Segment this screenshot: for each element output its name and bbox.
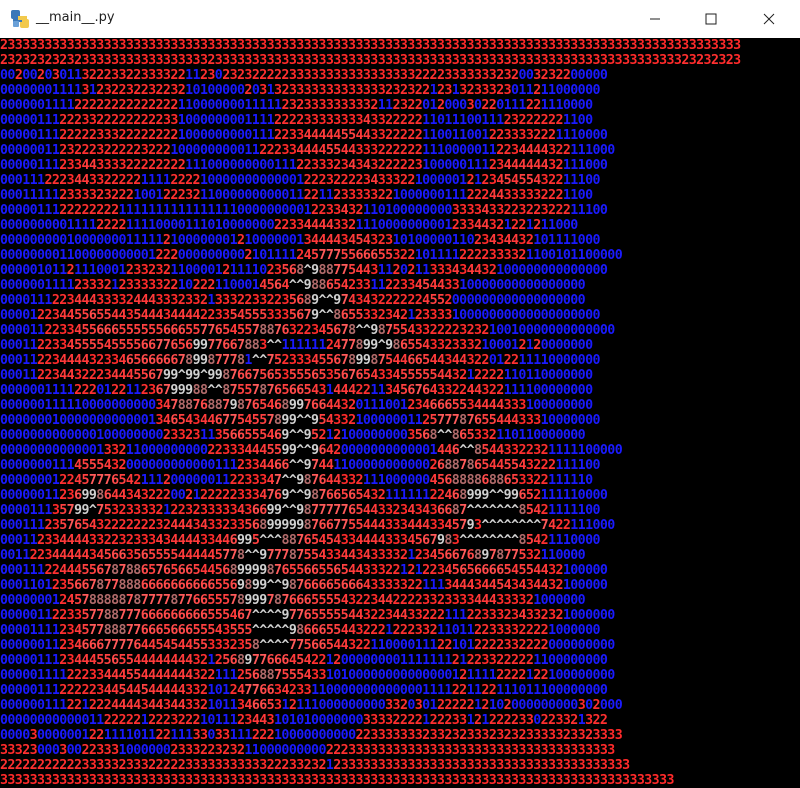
grid-row: 0001112357654322222223244434332335689999…	[0, 518, 615, 533]
grid-row: 0000300000012211110112211133033111222100…	[0, 728, 623, 743]
grid-row: 0000000011000000000012220000000002101111…	[0, 248, 623, 263]
grid-row: 0000001111100000000003478876887987654689…	[0, 398, 593, 413]
grid-row: 3332300030022333100000023332232321100000…	[0, 743, 615, 758]
grid-row: 000011135799^7532333321223233333436699^^…	[0, 503, 601, 518]
grid-row: 000000111123332123333322102221100014564^…	[0, 278, 586, 293]
grid-row: 0000000100000000000013465434467754557899…	[0, 413, 600, 428]
grid-row: 00000001224577765421112000000112233347^^…	[0, 473, 593, 488]
grid-row: 000000000000010000000023323113566555469^…	[0, 428, 586, 443]
close-icon	[763, 13, 775, 25]
grid-row: 3333333333333333333333333333333333333333…	[0, 773, 675, 788]
digit-grid: 2333333333333333333333333333333333333333…	[0, 38, 800, 788]
grid-row: 0000011123344333322222222111000000000111…	[0, 158, 608, 173]
grid-row: 00000011234666777764454544553332358^^^^7…	[0, 638, 615, 653]
grid-row: 0000000001111222211110000111010000000223…	[0, 218, 578, 233]
grid-row: 0001122344443233465666667899877781^^7523…	[0, 353, 601, 368]
grid-row: 0000011122222333222222221000000000111223…	[0, 128, 608, 143]
grid-row: 0000001123222322222322210000000001122233…	[0, 143, 615, 158]
minimize-icon	[650, 18, 660, 20]
grid-row: 000110123566787788866666666665569899^^98…	[0, 578, 608, 593]
python-icon	[10, 9, 30, 29]
maximize-icon	[705, 13, 717, 25]
grid-row: 0000011122222344544544444332101247766342…	[0, 683, 608, 698]
grid-row: 0000000111131232232232232101000002031323…	[0, 83, 601, 98]
grid-row: 0000000124578888878777787766555789997876…	[0, 593, 586, 608]
grid-row: 0000000000001122222122232221011123443101…	[0, 713, 608, 728]
grid-row: 000000011145554320000000000001112334466^…	[0, 458, 601, 473]
grid-row: 0001112223443322222111122221000000000000…	[0, 173, 601, 188]
app-window: __main__.py 2333333333333333333333333333…	[0, 0, 800, 788]
grid-row: 0000111223444333324443332332133322332235…	[0, 293, 586, 308]
grid-row: 0000001111222222222222221100000001111123…	[0, 98, 593, 113]
minimize-button[interactable]	[632, 0, 678, 38]
grid-row: 0020020301132223322333322112302323222223…	[0, 68, 608, 83]
grid-row: 0000000001000000011111210000000121000000…	[0, 233, 600, 248]
grid-row: 0000011112223344455444444432211125688755…	[0, 668, 615, 683]
grid-row: 0001112244455678788657656654456899998765…	[0, 563, 608, 578]
grid-row: 2333333333333333333333333333333333333333…	[0, 38, 741, 53]
digit-map-canvas: 2333333333333333333333333333333333333333…	[0, 38, 800, 788]
grid-row: 0000001112212224444344344332101134665312…	[0, 698, 623, 713]
grid-row: 2222222222233333233322222333333333332223…	[0, 758, 630, 773]
grid-row: 0000011122222222111111111111111100000000…	[0, 203, 608, 218]
grid-row: 0000011123444556554444444432125689776664…	[0, 653, 608, 668]
grid-row: 000112234432223444556799^99^998766756535…	[0, 368, 593, 383]
grid-row: 000112233455554555566776569977667883^^11…	[0, 338, 593, 353]
title-bar[interactable]: __main__.py	[0, 0, 800, 38]
grid-row: 2323232323233333333333333333233333333333…	[0, 53, 741, 68]
grid-row: 000000112369986443432220021222223334769^…	[0, 488, 608, 503]
grid-row: 0000010112111000123323211000012111102356…	[0, 263, 608, 278]
grid-row: 001122344444345663565555444445778^^97778…	[0, 548, 586, 563]
grid-row: 0000011122233222222222331000000001111222…	[0, 113, 593, 128]
grid-row: 0000011223357788777666666666555467^^^^97…	[0, 608, 615, 623]
grid-row: 0001111123333232221001222321100000000001…	[0, 188, 593, 203]
grid-row: 0000111123457788877666566655543555^^^^^9…	[0, 623, 601, 638]
window-title: __main__.py	[36, 10, 115, 25]
close-button[interactable]	[746, 0, 792, 38]
grid-row: 0000112233455666555555666557765455788763…	[0, 323, 615, 338]
maximize-button[interactable]	[688, 0, 734, 38]
grid-row: 00011233444433223233343444433446995^^^88…	[0, 533, 601, 548]
grid-row: 0000000000000133211000000000223334445599…	[0, 443, 623, 458]
grid-row: 0000001111222012211236799988^^8755787656…	[0, 383, 593, 398]
grid-row: 0000122344556554435444344442233545553335…	[0, 308, 600, 323]
